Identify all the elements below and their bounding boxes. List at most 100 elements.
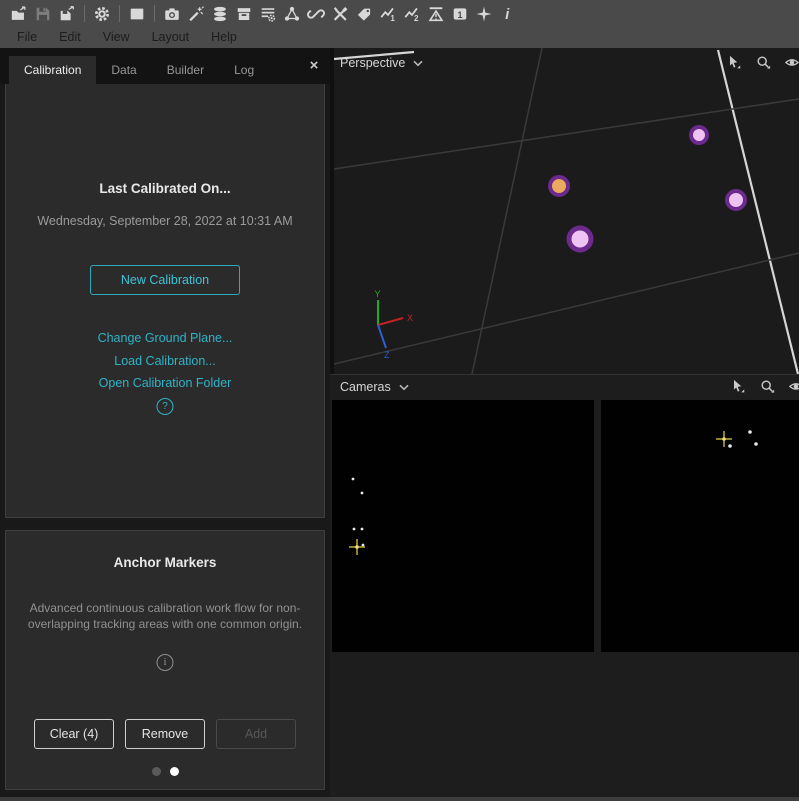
axis-x bbox=[378, 318, 403, 325]
log-warning-icon[interactable] bbox=[427, 5, 445, 23]
cameras-zoom-tool-icon[interactable] bbox=[760, 379, 777, 396]
archive-box-icon[interactable] bbox=[235, 5, 253, 23]
cameras-header: Cameras bbox=[330, 374, 799, 401]
anchor-buttons-row: Clear (4) Remove Add bbox=[6, 719, 324, 749]
camera-marker-dot bbox=[361, 528, 364, 531]
svg-text:i: i bbox=[505, 7, 510, 23]
toolbar-separator bbox=[84, 5, 85, 22]
save-as-icon[interactable] bbox=[58, 5, 76, 23]
edit-tools-icon[interactable] bbox=[331, 5, 349, 23]
menu-layout[interactable]: Layout bbox=[141, 27, 201, 48]
remove-button[interactable]: Remove bbox=[125, 719, 205, 749]
grid-line bbox=[334, 253, 799, 364]
tab-log[interactable]: Log bbox=[219, 56, 269, 84]
tab-builder[interactable]: Builder bbox=[152, 56, 219, 84]
toolbar-separator bbox=[154, 5, 155, 22]
grid-line bbox=[718, 50, 798, 374]
perspective-tools bbox=[727, 55, 799, 72]
chevron-down-icon bbox=[399, 384, 409, 391]
menu-help[interactable]: Help bbox=[200, 27, 248, 48]
properties-list-icon[interactable] bbox=[259, 5, 277, 23]
perspective-select-tool-icon[interactable] bbox=[727, 55, 744, 72]
svg-text:2: 2 bbox=[414, 14, 419, 23]
labels-tag-icon[interactable] bbox=[355, 5, 373, 23]
axis-z-label: Z bbox=[384, 350, 390, 360]
page-dot-1[interactable] bbox=[152, 767, 161, 776]
perspective-header: Perspective bbox=[340, 56, 423, 70]
page-indicator bbox=[6, 767, 324, 776]
layout-window-icon[interactable] bbox=[128, 5, 146, 23]
graph-view-2-icon[interactable]: 2 bbox=[403, 5, 421, 23]
info-icon[interactable]: i bbox=[157, 654, 174, 671]
link-chain-icon[interactable] bbox=[307, 5, 325, 23]
marker-pink[interactable] bbox=[569, 228, 591, 250]
axis-y-label: Y bbox=[375, 289, 381, 299]
viewport-area: Y X Z Perspective Cameras bbox=[330, 48, 799, 801]
grid-line bbox=[472, 48, 542, 374]
camera-view-2[interactable] bbox=[601, 400, 799, 652]
cameras-pane: Cameras bbox=[330, 374, 799, 801]
link-change-ground-plane[interactable]: Change Ground Plane... bbox=[6, 327, 324, 350]
tab-data[interactable]: Data bbox=[96, 56, 151, 84]
marker-pink[interactable] bbox=[727, 191, 745, 209]
camera-marker-dot bbox=[728, 444, 732, 448]
asset-nodes-icon[interactable] bbox=[283, 5, 301, 23]
anchor-markers-title: Anchor Markers bbox=[6, 555, 324, 570]
last-calibrated-date: Wednesday, September 28, 2022 at 10:31 A… bbox=[6, 214, 324, 228]
page-dot-2[interactable] bbox=[170, 767, 179, 776]
cameras-tools bbox=[731, 379, 799, 396]
calibration-wand-icon[interactable] bbox=[187, 5, 205, 23]
camera-marker-dot bbox=[361, 492, 364, 495]
camera-marker-dot bbox=[362, 544, 365, 547]
axis-z bbox=[378, 325, 386, 348]
camera-icon[interactable] bbox=[163, 5, 181, 23]
menu-view[interactable]: View bbox=[92, 27, 141, 48]
anchor-markers-section: Anchor Markers Advanced continuous calib… bbox=[5, 530, 325, 790]
cameras-view-selector[interactable]: Cameras bbox=[340, 380, 391, 394]
open-file-icon[interactable] bbox=[10, 5, 28, 23]
graph-view-1-icon[interactable]: 1 bbox=[379, 5, 397, 23]
camera-view-1[interactable] bbox=[332, 400, 594, 652]
menu-bar: FileEditViewLayoutHelp bbox=[0, 27, 799, 48]
calibration-section: Last Calibrated On... Wednesday, Septemb… bbox=[5, 84, 325, 518]
camera-marker-dot bbox=[754, 442, 758, 446]
layout-preset-1-icon[interactable]: 1 bbox=[451, 5, 469, 23]
camera-marker-dot bbox=[353, 528, 356, 531]
menu-edit[interactable]: Edit bbox=[48, 27, 92, 48]
toolbar-separator bbox=[119, 5, 120, 22]
marker-pink[interactable] bbox=[691, 127, 707, 143]
link-load-calibration[interactable]: Load Calibration... bbox=[6, 350, 324, 373]
axis-x-label: X bbox=[407, 313, 413, 323]
marker-star-icon[interactable] bbox=[475, 5, 493, 23]
perspective-viewport[interactable]: Y X Z Perspective bbox=[334, 48, 799, 374]
window-bottom-strip bbox=[0, 797, 799, 801]
close-pane-icon[interactable]: × bbox=[305, 57, 323, 75]
info-icon[interactable]: i bbox=[499, 5, 517, 23]
marker-orange[interactable] bbox=[550, 177, 568, 195]
help-icon[interactable]: ? bbox=[157, 398, 174, 415]
cameras-select-tool-icon[interactable] bbox=[731, 379, 748, 396]
add-button: Add bbox=[216, 719, 296, 749]
svg-text:1: 1 bbox=[457, 9, 462, 19]
calibration-pane: CalibrationDataBuilderLog × Last Calibra… bbox=[0, 48, 330, 801]
new-calibration-button[interactable]: New Calibration bbox=[90, 265, 240, 295]
tab-calibration[interactable]: Calibration bbox=[9, 56, 96, 84]
cameras-visibility-icon[interactable] bbox=[789, 379, 799, 396]
link-open-calibration-folder[interactable]: Open Calibration Folder bbox=[6, 372, 324, 395]
last-calibrated-title: Last Calibrated On... bbox=[6, 181, 324, 196]
perspective-view-selector[interactable]: Perspective bbox=[340, 56, 405, 70]
clear-4-button[interactable]: Clear (4) bbox=[34, 719, 114, 749]
svg-text:1: 1 bbox=[390, 14, 395, 23]
pane-tab-bar: CalibrationDataBuilderLog bbox=[0, 48, 330, 84]
perspective-visibility-icon[interactable] bbox=[785, 55, 799, 72]
3d-scene[interactable]: Y X Z bbox=[334, 48, 799, 374]
main-toolbar: 1 2 1 i bbox=[0, 0, 799, 27]
camera-marker-dot bbox=[748, 430, 752, 434]
settings-gear-icon[interactable] bbox=[93, 5, 111, 23]
save-icon bbox=[34, 5, 52, 23]
data-streams-icon[interactable] bbox=[211, 5, 229, 23]
perspective-zoom-tool-icon[interactable] bbox=[756, 55, 773, 72]
calibration-links: Change Ground Plane...Load Calibration..… bbox=[6, 327, 324, 395]
selected-marker-dot bbox=[355, 545, 359, 549]
menu-file[interactable]: File bbox=[6, 27, 48, 48]
